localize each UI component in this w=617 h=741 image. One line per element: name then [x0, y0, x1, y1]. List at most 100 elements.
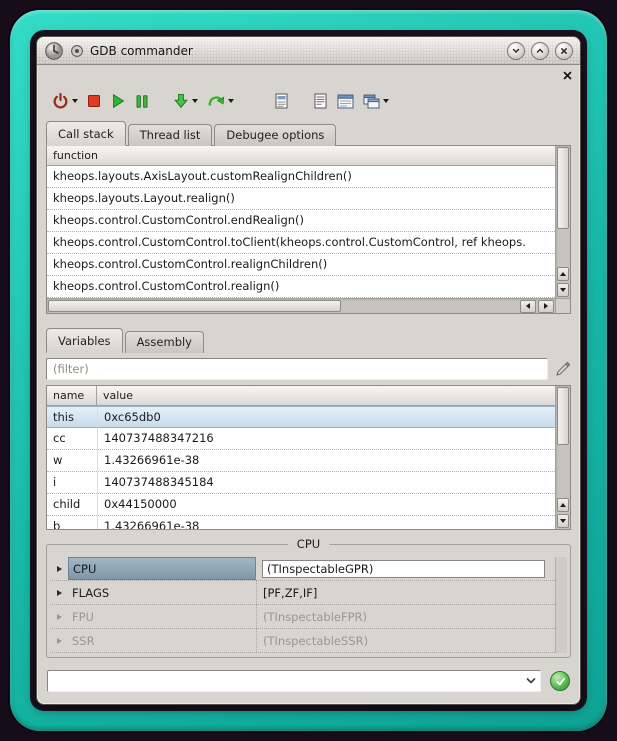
tab[interactable]: Variables	[46, 328, 123, 353]
stop-icon	[87, 94, 101, 108]
cpu-groupbox: CPU CPU (TInspectableGPR) FLAGS [PF,ZF,I…	[46, 544, 571, 658]
cpu-register-row[interactable]: SSR (TInspectableSSR)	[50, 629, 555, 653]
scroll-down-button[interactable]	[557, 283, 569, 297]
power-button[interactable]	[51, 88, 79, 114]
register-group-name: SSR	[68, 629, 256, 652]
command-input[interactable]	[48, 671, 522, 691]
variables-vertical-scrollbar[interactable]	[555, 386, 570, 529]
source-document-button[interactable]	[273, 88, 290, 114]
call-stack-header[interactable]: function	[47, 146, 555, 166]
variables-rows: this 0xc65db0 cc 140737488347216 w 1.432…	[47, 406, 555, 529]
expander-icon[interactable]	[57, 638, 62, 644]
scroll-left-button[interactable]	[520, 300, 536, 313]
register-group-value[interactable]: [PF,ZF,IF]	[256, 581, 555, 604]
maximize-button[interactable]	[531, 42, 549, 60]
call-stack-row[interactable]: kheops.layouts.AxisLayout.customRealignC…	[47, 166, 555, 188]
variables-panel: name value this 0xc65db0 cc 140737488347…	[46, 385, 571, 530]
run-button[interactable]	[109, 88, 127, 114]
call-stack-panel: function kheops.layouts.AxisLayout.custo…	[46, 145, 571, 314]
call-stack-row[interactable]: kheops.control.CustomControl.realign()	[47, 276, 555, 298]
app-icon	[44, 41, 64, 61]
tab[interactable]: Call stack	[46, 121, 126, 146]
badge-icon	[70, 44, 84, 58]
step-into-icon	[173, 93, 189, 109]
cpu-register-row[interactable]: CPU (TInspectableGPR)	[50, 557, 555, 581]
execute-command-button[interactable]	[550, 671, 570, 691]
call-stack-horizontal-scrollbar[interactable]	[47, 298, 570, 313]
scroll-up-button[interactable]	[557, 267, 569, 281]
up-arrow-icon	[560, 503, 566, 507]
message-list-button[interactable]	[312, 88, 329, 114]
close-button[interactable]	[555, 42, 573, 60]
combo-dropdown-button[interactable]	[522, 671, 540, 691]
pause-button[interactable]	[134, 88, 150, 114]
scroll-right-button[interactable]	[538, 300, 554, 313]
variable-value: 140737488347216	[97, 428, 555, 449]
stop-button[interactable]	[86, 88, 102, 114]
variables-header[interactable]: name value	[47, 386, 555, 406]
dock-close-icon[interactable]	[563, 71, 572, 80]
tab[interactable]: Assembly	[125, 331, 204, 353]
filter-row	[46, 352, 571, 385]
call-stack-row[interactable]: kheops.layouts.Layout.realign()	[47, 188, 555, 210]
step-into-dropdown-caret-icon[interactable]	[192, 99, 198, 103]
command-combobox[interactable]	[47, 670, 541, 692]
call-stack-vertical-scrollbar[interactable]	[555, 146, 570, 298]
titlebar[interactable]: GDB commander	[37, 37, 580, 65]
step-over-button[interactable]	[206, 88, 235, 114]
expander-icon[interactable]	[57, 566, 62, 572]
windows-button[interactable]	[362, 88, 390, 114]
expander-icon[interactable]	[57, 614, 62, 620]
function-column-header[interactable]: function	[47, 146, 104, 165]
filter-input[interactable]	[46, 358, 548, 380]
tab[interactable]: Thread list	[128, 124, 213, 146]
register-group-value[interactable]: (TInspectableFPR)	[256, 605, 555, 628]
cpu-register-row[interactable]: FPU (TInspectableFPR)	[50, 605, 555, 629]
left-arrow-icon	[526, 303, 530, 309]
variable-row[interactable]: w 1.43266961e-38	[47, 450, 555, 472]
name-column-header[interactable]: name	[47, 386, 97, 405]
call-stack-rows: kheops.layouts.AxisLayout.customRealignC…	[47, 166, 555, 298]
register-group-name: FPU	[68, 605, 256, 628]
value-column-header[interactable]: value	[97, 386, 139, 405]
cpu-scrollbar-track[interactable]	[555, 557, 567, 653]
scrollbar-thumb[interactable]	[48, 300, 341, 312]
variable-row[interactable]: this 0xc65db0	[47, 406, 555, 428]
scrollbar-track[interactable]	[556, 446, 570, 497]
variable-row[interactable]: cc 140737488347216	[47, 428, 555, 450]
variable-row[interactable]: b 1.43266961e-38	[47, 516, 555, 529]
variable-row[interactable]: child 0x44150000	[47, 494, 555, 516]
scrollbar-thumb[interactable]	[557, 387, 569, 445]
variable-value: 1.43266961e-38	[97, 516, 555, 529]
call-stack-row[interactable]: kheops.control.CustomControl.realignChil…	[47, 254, 555, 276]
command-row	[47, 670, 570, 692]
register-group-value[interactable]: (TInspectableGPR)	[256, 557, 555, 580]
step-over-dropdown-caret-icon[interactable]	[228, 99, 234, 103]
variable-name: i	[47, 472, 97, 493]
cpu-register-row[interactable]: FLAGS [PF,ZF,IF]	[50, 581, 555, 605]
check-icon	[555, 676, 566, 687]
variable-value: 0x44150000	[97, 494, 555, 515]
watch-window-icon	[337, 94, 354, 109]
call-stack-row[interactable]: kheops.control.CustomControl.toClient(kh…	[47, 232, 555, 254]
minimize-button[interactable]	[507, 42, 525, 60]
variable-name: cc	[47, 428, 97, 449]
tab[interactable]: Debugee options	[214, 124, 336, 146]
scrollbar-track[interactable]	[47, 299, 519, 313]
expander-icon[interactable]	[57, 590, 62, 596]
filter-edit-icon[interactable]	[555, 361, 571, 377]
call-stack-row[interactable]: kheops.control.CustomControl.endRealign(…	[47, 210, 555, 232]
scrollbar-track[interactable]	[556, 230, 570, 266]
register-group-value[interactable]: (TInspectableSSR)	[256, 629, 555, 652]
variable-row[interactable]: i 140737488345184	[47, 472, 555, 494]
step-into-button[interactable]	[172, 88, 199, 114]
step-over-icon	[207, 93, 225, 109]
watch-window-button[interactable]	[336, 88, 355, 114]
scrollbar-thumb[interactable]	[557, 147, 569, 229]
power-dropdown-caret-icon[interactable]	[72, 99, 78, 103]
down-arrow-icon	[560, 519, 566, 523]
windows-dropdown-caret-icon[interactable]	[383, 99, 389, 103]
scroll-up-button[interactable]	[557, 498, 569, 512]
variable-name: this	[47, 407, 97, 427]
scroll-down-button[interactable]	[557, 514, 569, 528]
